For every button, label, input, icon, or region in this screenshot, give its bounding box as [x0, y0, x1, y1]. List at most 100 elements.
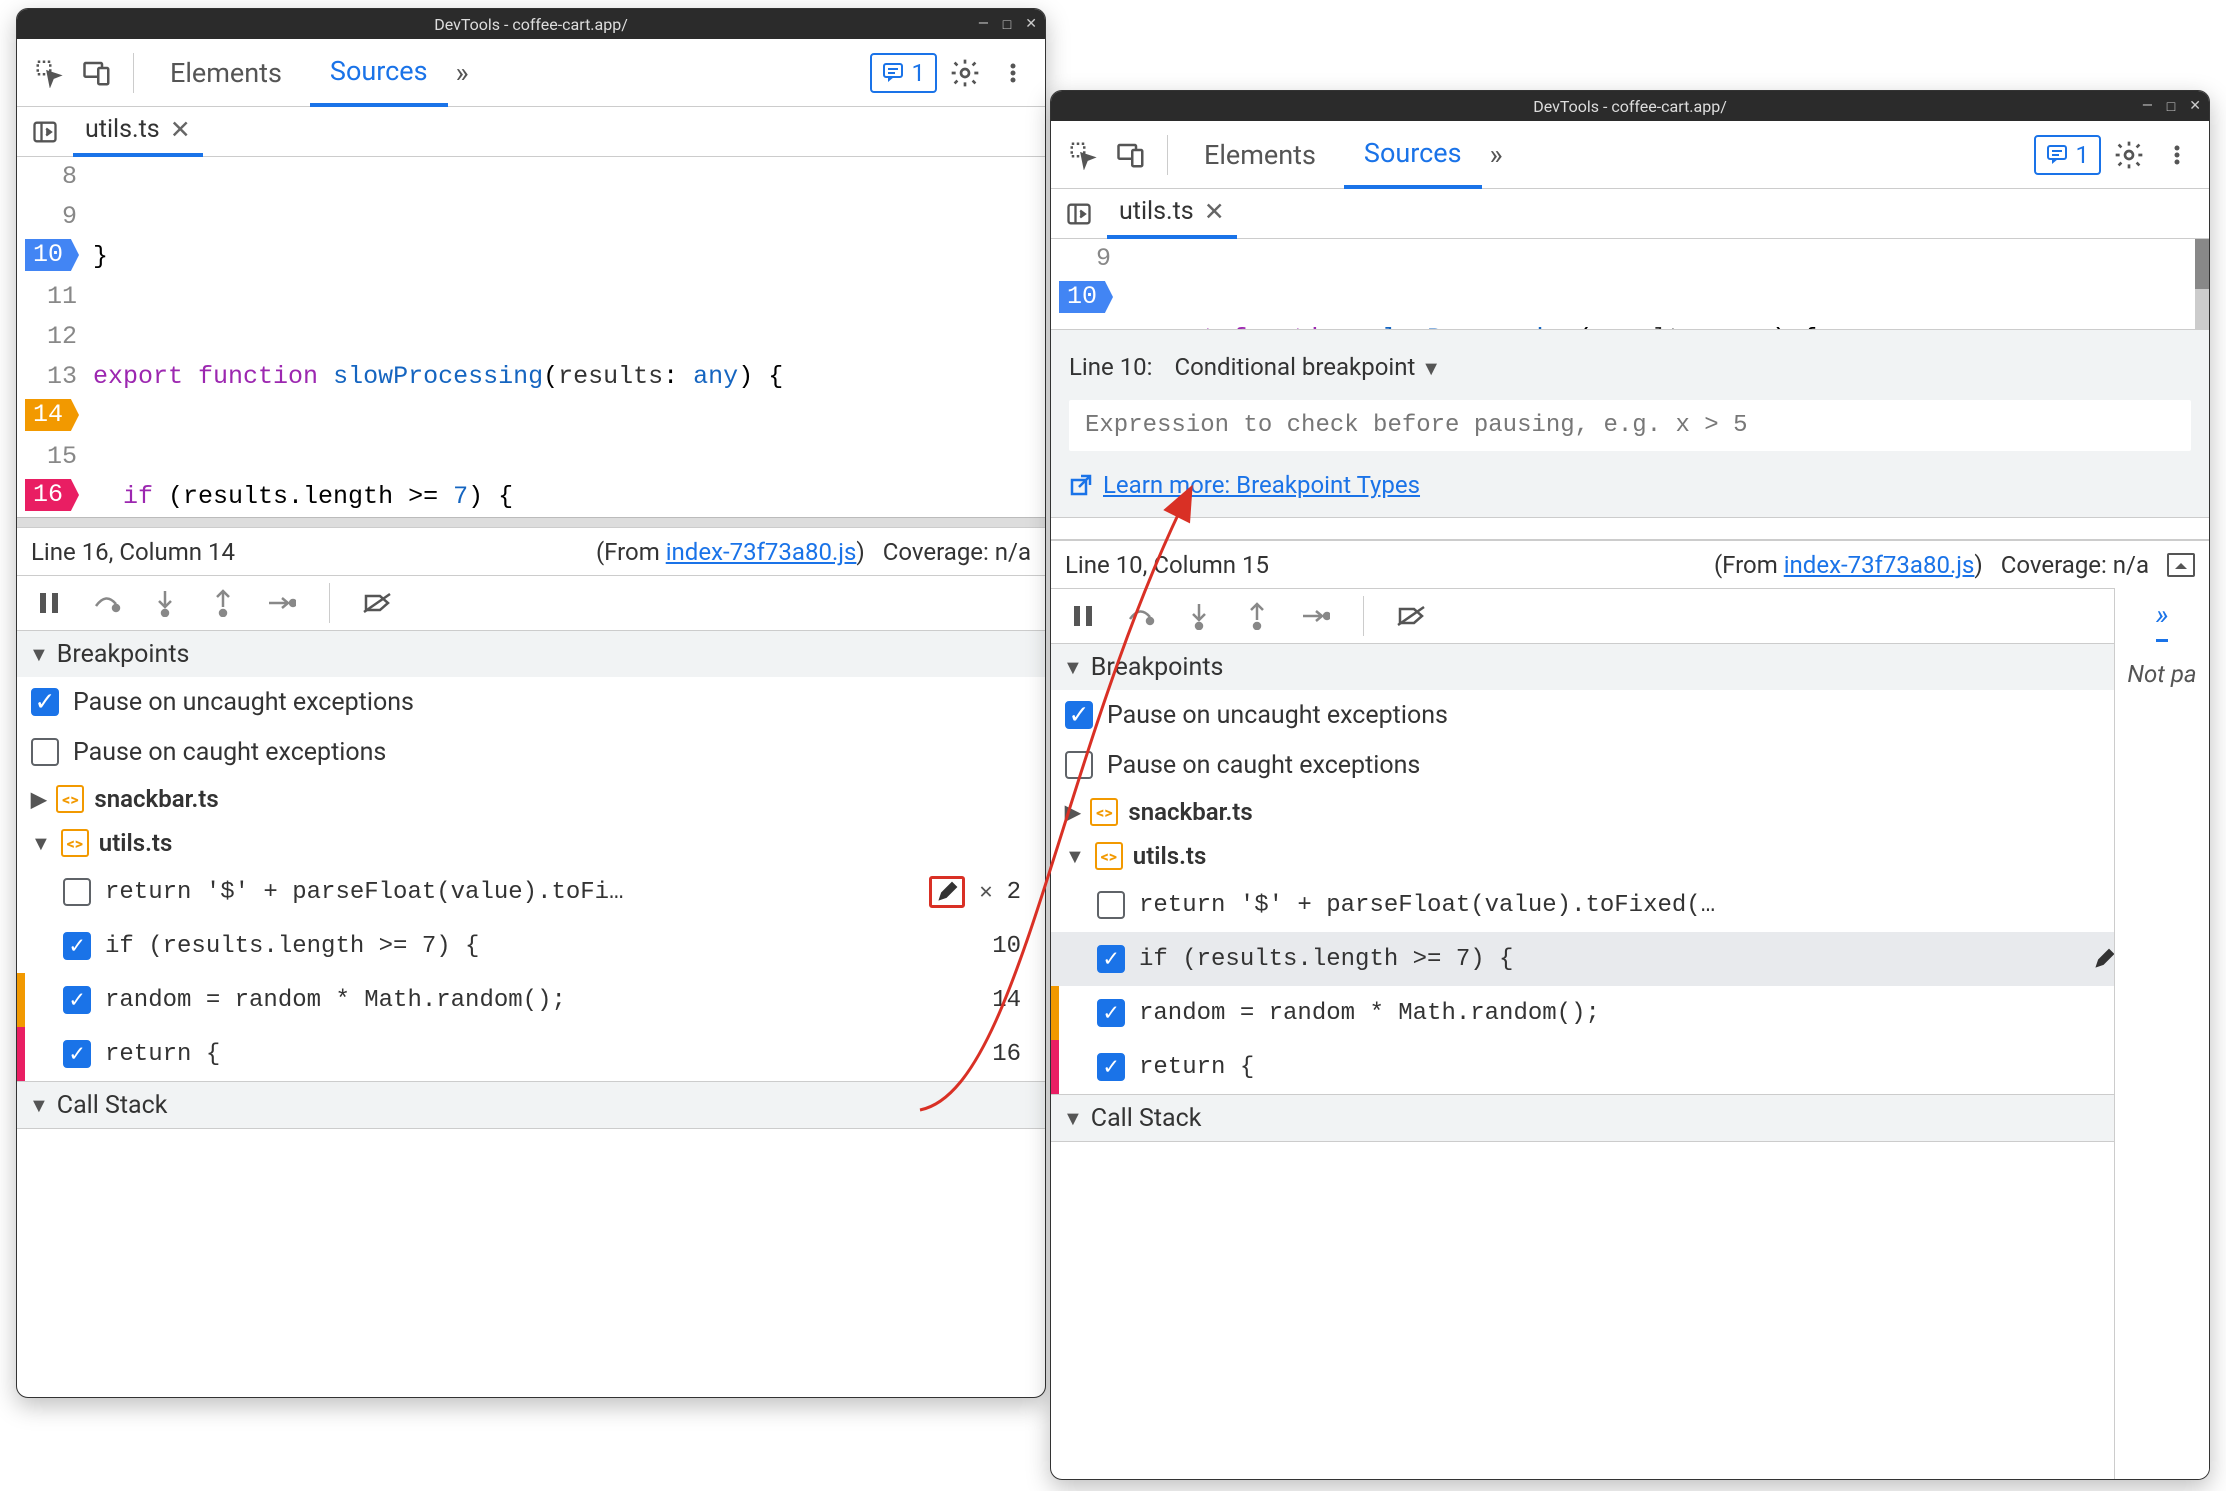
breakpoint-condition-input[interactable]: Expression to check before pausing, e.g.…	[1069, 400, 2191, 451]
bp-item[interactable]: ✓ random = random * Math.random(); 14	[1051, 986, 2209, 1040]
checkbox-checked[interactable]: ✓	[63, 932, 91, 960]
pause-icon[interactable]	[1065, 598, 1101, 634]
code-lines[interactable]: } export function slowProcessing(results…	[87, 157, 1045, 517]
checkbox-unchecked[interactable]	[1097, 891, 1125, 919]
file-tab-utils[interactable]: utils.ts ✕	[1107, 189, 1237, 239]
pause-uncaught-row[interactable]: ✓ Pause on uncaught exceptions	[1051, 690, 2209, 740]
pause-icon[interactable]	[31, 585, 67, 621]
code-editor[interactable]: 8 9 10 11 12 13 ?14 15 ··16 } export fun…	[17, 157, 1045, 517]
bp-item[interactable]: ✓ random = random * Math.random(); 14	[17, 973, 1045, 1027]
bp-file-snackbar[interactable]: ▶ <> snackbar.ts	[1051, 790, 2209, 834]
close-icon[interactable]: ✕	[2189, 98, 2201, 115]
bp-file-utils[interactable]: ▼ <> utils.ts	[1051, 834, 2209, 878]
step-icon[interactable]	[263, 585, 299, 621]
gutter[interactable]: 8 9 10 11 12 13 ?14 15 ··16	[17, 157, 87, 517]
breakpoint-marker-cond[interactable]: ?14	[25, 399, 79, 431]
checkbox-checked[interactable]: ✓	[1065, 701, 1093, 729]
breakpoints-header[interactable]: ▼ Breakpoints	[17, 631, 1045, 677]
maximize-icon[interactable]: □	[1003, 16, 1011, 33]
step-over-icon[interactable]	[89, 585, 125, 621]
pause-caught-row[interactable]: Pause on caught exceptions	[1051, 740, 2209, 790]
checkbox-checked[interactable]: ✓	[63, 1040, 91, 1068]
issues-badge[interactable]: 1	[870, 53, 938, 93]
kebab-icon[interactable]	[993, 53, 1033, 93]
deactivate-breakpoints-icon[interactable]	[360, 585, 396, 621]
bp-item[interactable]: return '$' + parseFloat(value).toFi… ✕ 2	[17, 865, 1045, 919]
checkbox-unchecked[interactable]	[63, 878, 91, 906]
breakpoint-marker-log[interactable]: ··16	[25, 479, 79, 511]
tab-elements[interactable]: Elements	[150, 39, 302, 107]
file-tab-utils[interactable]: utils.ts ✕	[73, 107, 203, 157]
breakpoint-type-select[interactable]: Conditional breakpoint ▼	[1174, 353, 1441, 381]
source-link[interactable]: index-73f73a80.js	[666, 538, 857, 566]
more-tabs-icon[interactable]: »	[1490, 138, 1503, 171]
pause-caught-row[interactable]: Pause on caught exceptions	[17, 727, 1045, 777]
separator	[329, 583, 330, 623]
gutter[interactable]: 9 10	[1051, 239, 1121, 329]
edit-breakpoint-icon[interactable]	[2093, 948, 2115, 970]
learn-more-link[interactable]: Learn more: Breakpoint Types	[1103, 471, 1420, 499]
v-scrollbar[interactable]	[2195, 239, 2209, 329]
checkbox-checked[interactable]: ✓	[63, 986, 91, 1014]
maximize-icon[interactable]: □	[2167, 98, 2175, 115]
step-over-icon[interactable]	[1123, 598, 1159, 634]
window-title: DevTools - coffee-cart.app/	[1533, 97, 1727, 116]
kebab-icon[interactable]	[2157, 135, 2197, 175]
inspect-icon[interactable]	[29, 53, 69, 93]
checkbox-checked[interactable]: ✓	[1097, 1053, 1125, 1081]
bp-item[interactable]: ✓ return { 16	[17, 1027, 1045, 1081]
more-panels-icon[interactable]: »	[2156, 598, 2169, 642]
h-scrollbar[interactable]	[17, 517, 1045, 527]
titlebar[interactable]: DevTools - coffee-cart.app/ — □ ✕	[1051, 91, 2209, 121]
more-tabs-icon[interactable]: »	[456, 56, 469, 89]
source-link[interactable]: index-73f73a80.js	[1784, 551, 1975, 579]
close-tab-icon[interactable]: ✕	[1204, 197, 1225, 227]
breakpoint-marker[interactable]: 10	[25, 239, 79, 271]
checkbox-unchecked[interactable]	[31, 738, 59, 766]
edit-breakpoint-icon[interactable]	[929, 876, 965, 908]
inspect-icon[interactable]	[1063, 135, 1103, 175]
show-navigator-icon[interactable]	[25, 112, 65, 152]
deactivate-breakpoints-icon[interactable]	[1394, 598, 1430, 634]
gear-icon[interactable]	[945, 53, 985, 93]
bp-item[interactable]: return '$' + parseFloat(value).toFixed(……	[1051, 878, 2209, 932]
bp-item[interactable]: ✓ return { 16	[1051, 1040, 2209, 1094]
minimize-icon[interactable]: —	[2142, 98, 2153, 115]
code-lines[interactable]: export function slowProcessing(results: …	[1121, 239, 2195, 329]
show-navigator-icon[interactable]	[1059, 194, 1099, 234]
coverage-label: Coverage: n/a	[2001, 551, 2149, 579]
step-out-icon[interactable]	[1239, 598, 1275, 634]
callstack-header[interactable]: ▼ Call Stack	[17, 1082, 1045, 1128]
step-into-icon[interactable]	[147, 585, 183, 621]
checkbox-checked[interactable]: ✓	[1097, 999, 1125, 1027]
show-coverage-icon[interactable]	[2167, 553, 2195, 577]
checkbox-checked[interactable]: ✓	[31, 688, 59, 716]
tab-sources[interactable]: Sources	[310, 39, 448, 107]
close-tab-icon[interactable]: ✕	[170, 115, 191, 145]
gear-icon[interactable]	[2109, 135, 2149, 175]
device-icon[interactable]	[1111, 135, 1151, 175]
titlebar[interactable]: DevTools - coffee-cart.app/ — □ ✕	[17, 9, 1045, 39]
breakpoint-marker[interactable]: 10	[1059, 281, 1113, 313]
step-into-icon[interactable]	[1181, 598, 1217, 634]
bp-item[interactable]: ✓ if (results.length >= 7) { ✕ 10	[1051, 932, 2209, 986]
bp-file-utils[interactable]: ▼ <> utils.ts	[17, 821, 1045, 865]
tab-elements[interactable]: Elements	[1184, 121, 1336, 189]
issues-badge[interactable]: 1	[2034, 135, 2102, 175]
breakpoints-header[interactable]: ▼ Breakpoints	[1051, 644, 2209, 690]
remove-bp-icon[interactable]: ✕	[979, 879, 992, 905]
step-icon[interactable]	[1297, 598, 1333, 634]
device-icon[interactable]	[77, 53, 117, 93]
bp-item[interactable]: ✓ if (results.length >= 7) { 10	[17, 919, 1045, 973]
step-out-icon[interactable]	[205, 585, 241, 621]
checkbox-checked[interactable]: ✓	[1097, 945, 1125, 973]
breakpoints-section: ▼ Breakpoints ✓ Pause on uncaught except…	[17, 631, 1045, 1082]
bp-file-snackbar[interactable]: ▶ <> snackbar.ts	[17, 777, 1045, 821]
checkbox-unchecked[interactable]	[1065, 751, 1093, 779]
tab-sources[interactable]: Sources	[1344, 121, 1482, 189]
pause-uncaught-row[interactable]: ✓ Pause on uncaught exceptions	[17, 677, 1045, 727]
callstack-header[interactable]: ▼ Call Stack	[1051, 1095, 2209, 1141]
code-editor[interactable]: 9 10 export function slowProcessing(resu…	[1051, 239, 2209, 329]
minimize-icon[interactable]: —	[978, 16, 989, 33]
close-icon[interactable]: ✕	[1025, 16, 1037, 33]
